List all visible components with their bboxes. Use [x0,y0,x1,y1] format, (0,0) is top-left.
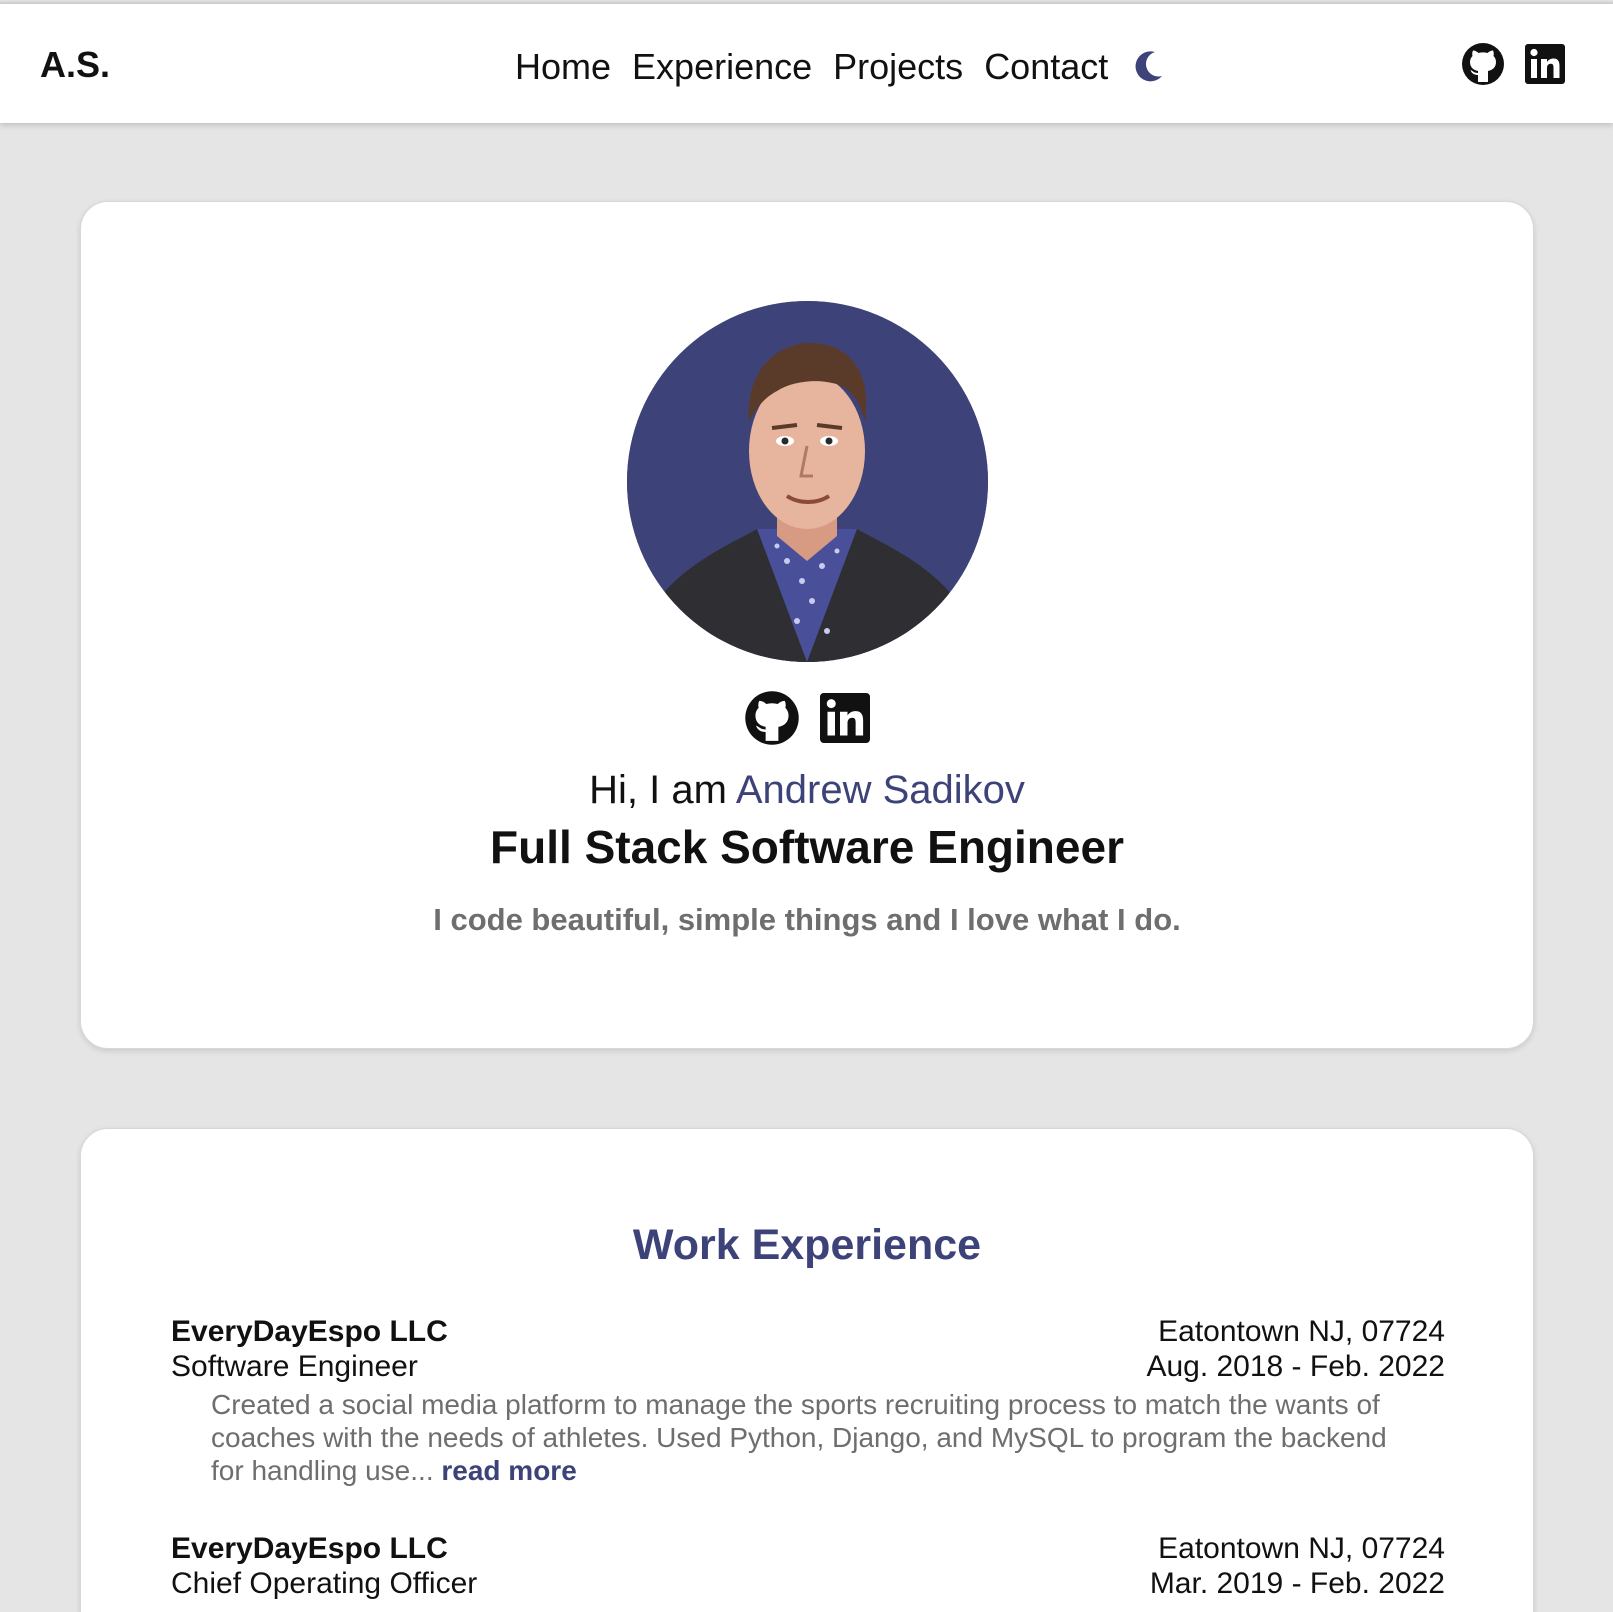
nav-link-home[interactable]: Home [515,46,611,88]
job-location: Eatontown NJ, 07724 [1158,1315,1445,1348]
nav-links: Home Experience Projects Contact [515,46,1165,88]
job-dates: Mar. 2019 - Feb. 2022 [1149,1567,1445,1600]
job-entry: EveryDayEspo LLC Eatontown NJ, 07724 Chi… [171,1531,1445,1601]
job-location: Eatontown NJ, 07724 [1158,1532,1445,1565]
job-company: EveryDayEspo LLC [171,1315,448,1348]
linkedin-icon[interactable] [1525,44,1565,89]
experience-card: Work Experience EveryDayEspo LLC Eatonto… [80,1128,1534,1612]
hero-role: Full Stack Software Engineer [490,821,1124,873]
nav-link-experience[interactable]: Experience [632,46,812,88]
job-company: EveryDayEspo LLC [171,1532,448,1565]
moon-icon[interactable] [1131,49,1165,85]
linkedin-icon[interactable] [820,693,870,748]
section-title: Work Experience [632,1221,982,1269]
nav-link-contact[interactable]: Contact [984,46,1108,88]
job-title: Chief Operating Officer [171,1567,478,1600]
read-more-link[interactable]: read more [441,1455,576,1486]
brand-logo[interactable]: A.S. [40,44,110,86]
hero-name: Andrew Sadikov [735,768,1025,812]
job-entry: EveryDayEspo LLC Eatontown NJ, 07724 Sof… [171,1314,1445,1487]
github-icon[interactable] [744,690,800,751]
greeting-prefix: Hi, I am [589,768,736,812]
hero-tagline: I code beautiful, simple things and I lo… [433,902,1181,937]
hero-social-links [81,690,1533,751]
job-description: Created a social media platform to manag… [211,1388,1411,1487]
greeting: Hi, I am Andrew Sadikov [81,768,1533,813]
github-icon[interactable] [1461,42,1505,91]
job-dates: Aug. 2018 - Feb. 2022 [1146,1350,1445,1383]
job-title: Software Engineer [171,1350,418,1383]
navbar: A.S. Home Experience Projects Contact [0,2,1613,123]
nav-social-links [1461,42,1565,91]
job-description-text: Created a social media platform to manag… [211,1389,1387,1486]
profile-photo [627,301,988,662]
hero-card: Hi, I am Andrew Sadikov Full Stack Softw… [80,201,1534,1049]
nav-link-projects[interactable]: Projects [833,46,963,88]
